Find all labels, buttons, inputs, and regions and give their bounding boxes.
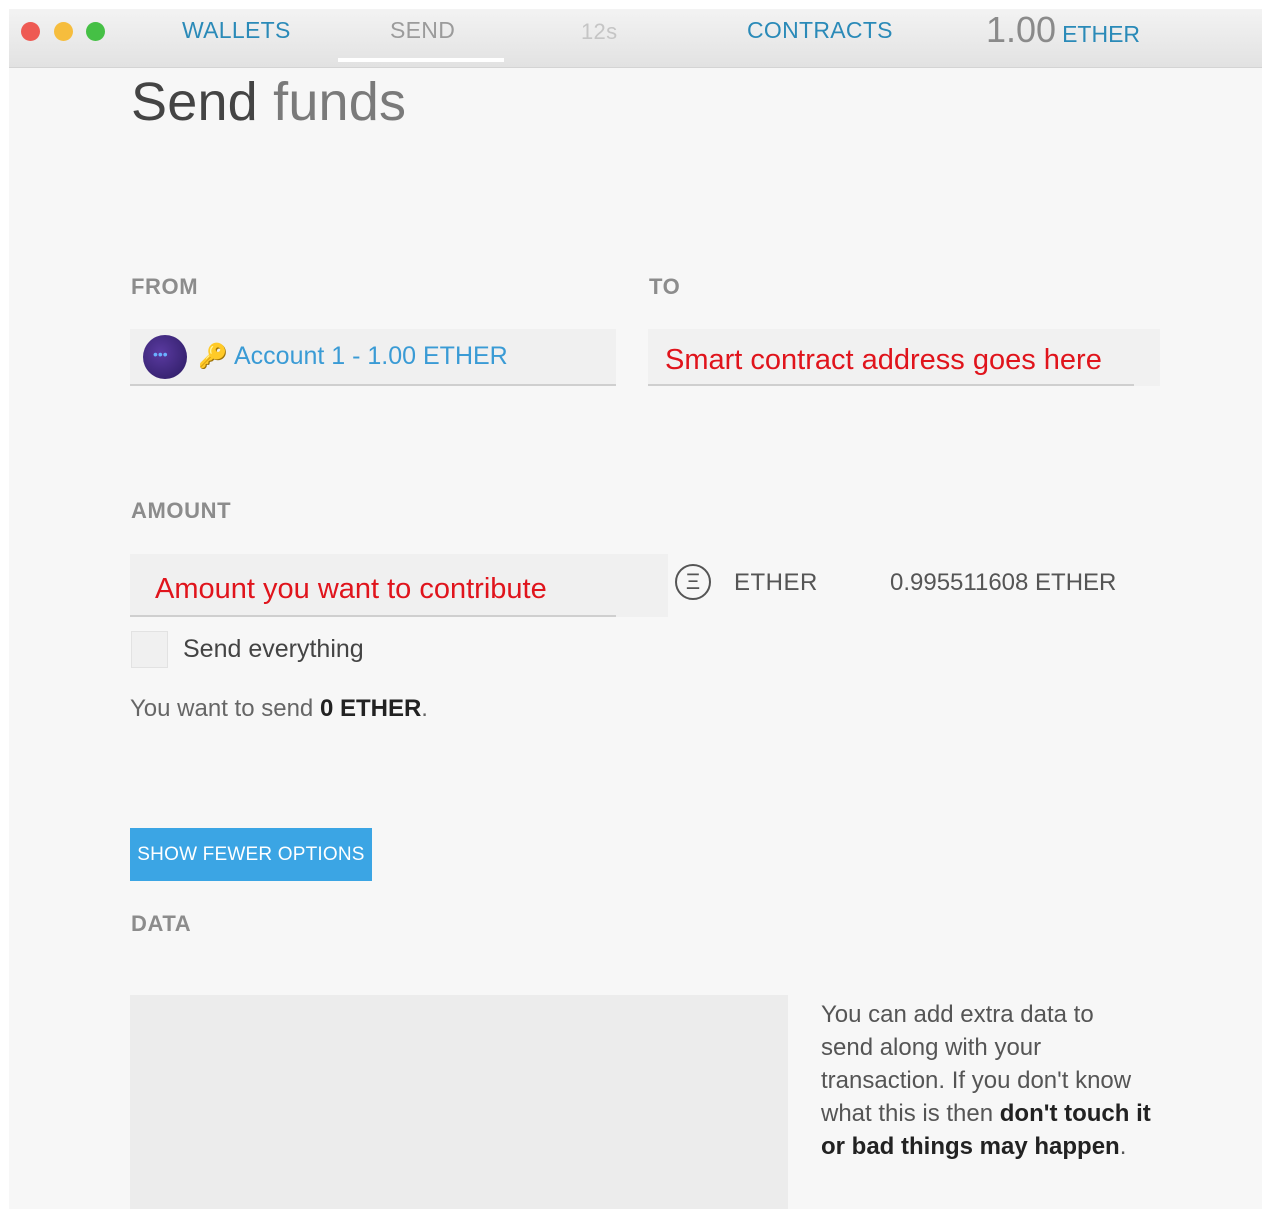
close-window-button[interactable] [21, 22, 40, 41]
data-help-end: . [1119, 1133, 1127, 1160]
page-title-light: funds [273, 72, 407, 132]
amount-field-underline [130, 615, 616, 617]
amount-value: Amount you want to contribute [155, 573, 547, 605]
total-balance: 1.00 ETHER [986, 9, 1140, 51]
from-account-text: Account 1 - 1.00 ETHER [234, 342, 508, 370]
show-fewer-options-button[interactable]: SHOW FEWER OPTIONS [130, 828, 372, 881]
send-summary-suffix: . [421, 695, 428, 722]
amount-label: AMOUNT [131, 498, 232, 523]
top-navigation-bar: WALLETS SEND 12s CONTRACTS 1.00 ETHER [9, 9, 1262, 68]
data-help-text: You can add extra data to send along wit… [821, 998, 1151, 1163]
send-everything-label[interactable]: Send everything [183, 635, 364, 664]
available-balance: 0.995511608 ETHER [890, 569, 1117, 596]
page-title-bold: Send [131, 72, 258, 132]
nav-tab-send[interactable]: SEND [390, 17, 455, 44]
amount-input[interactable]: Amount you want to contribute [130, 554, 668, 617]
balance-value: 1.00 [986, 9, 1057, 50]
balance-unit[interactable]: ETHER [1062, 21, 1140, 47]
account-identicon-icon [143, 335, 187, 379]
maximize-window-button[interactable] [86, 22, 105, 41]
nav-tab-contracts[interactable]: CONTRACTS [747, 17, 893, 44]
minimize-window-button[interactable] [54, 22, 73, 41]
to-label: TO [649, 274, 681, 299]
from-account-select[interactable]: 🔑 Account 1 - 1.00 ETHER [130, 329, 616, 386]
block-timer: 12s [581, 19, 618, 44]
active-tab-indicator [338, 58, 504, 62]
send-everything-checkbox[interactable] [131, 631, 168, 668]
from-label: FROM [131, 274, 199, 299]
data-textarea[interactable] [130, 995, 788, 1209]
key-icon: 🔑 [198, 343, 228, 370]
send-summary: You want to send 0 ETHER. [130, 695, 428, 723]
nav-tab-wallets[interactable]: WALLETS [182, 17, 291, 44]
to-field-underline [648, 384, 1134, 386]
data-label: DATA [131, 911, 192, 936]
page-title: Send funds [131, 71, 406, 133]
ether-currency-icon[interactable]: Ξ [675, 564, 711, 600]
app-window: WALLETS SEND 12s CONTRACTS 1.00 ETHER Sen… [9, 9, 1262, 1209]
to-address-value: Smart contract address goes here [665, 344, 1102, 376]
send-summary-prefix: You want to send [130, 695, 314, 722]
currency-selector[interactable]: ETHER [734, 569, 818, 597]
send-summary-amount: 0 ETHER [319, 695, 422, 722]
to-address-input[interactable]: Smart contract address goes here [648, 329, 1160, 386]
